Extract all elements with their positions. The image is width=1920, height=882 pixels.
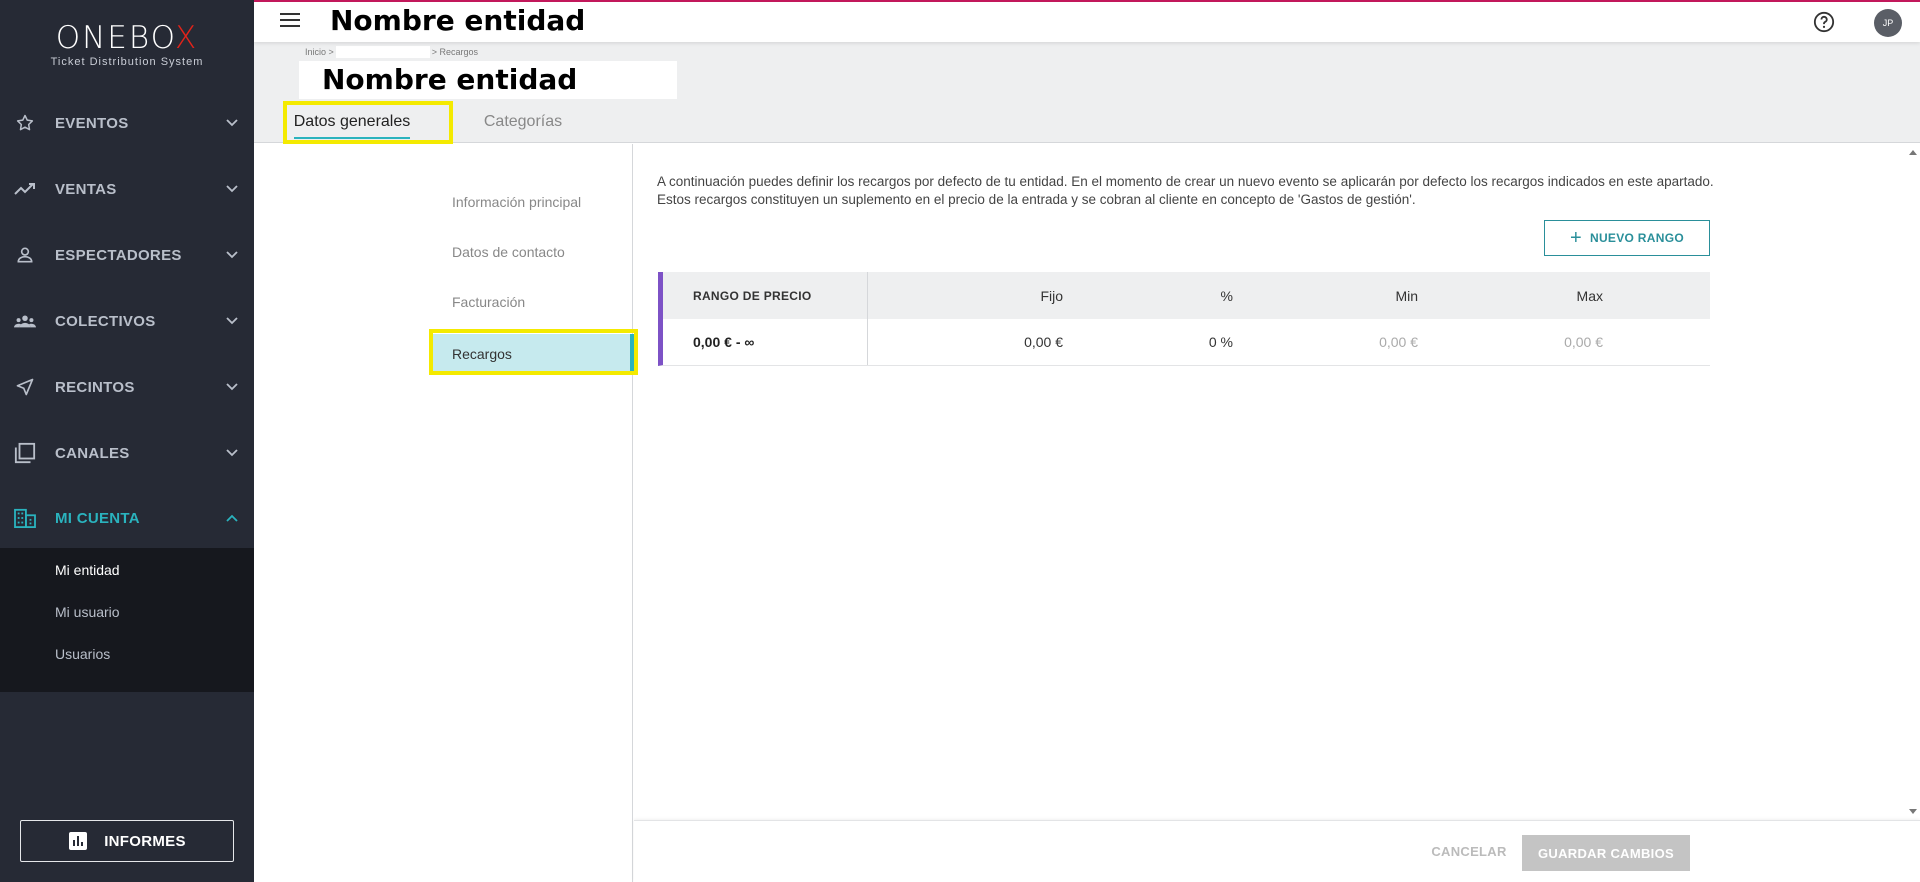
col-header-range: RANGO DE PRECIO	[693, 289, 812, 303]
groups-icon	[14, 310, 36, 332]
tab-label: Datos generales	[294, 113, 411, 131]
col-header-min: Min	[1233, 288, 1418, 304]
menu-icon[interactable]	[280, 13, 300, 29]
scroll-up-icon[interactable]	[1909, 150, 1917, 155]
topbar-title: Nombre entidad	[330, 4, 585, 37]
chevron-down-icon	[225, 446, 239, 460]
submenu-item-mi-entidad[interactable]: Mi entidad	[55, 562, 120, 578]
sidebar-item-label: EVENTOS	[55, 115, 129, 132]
logo-text-x: X	[175, 20, 198, 56]
navigation-icon	[14, 376, 36, 398]
save-changes-button[interactable]: GUARDAR CAMBIOS	[1522, 835, 1690, 871]
plus-icon: +	[1570, 228, 1582, 248]
secnav-item-facturacion[interactable]: Facturación	[452, 294, 525, 310]
recargos-table: RANGO DE PRECIO Fijo % Min Max 0,00 € - …	[658, 272, 1710, 366]
cell-pct[interactable]: 0 %	[1063, 334, 1233, 350]
breadcrumb-end: > Recargos	[432, 47, 478, 57]
cancel-button[interactable]: CANCELAR	[1414, 833, 1524, 869]
sidebar-submenu: Mi entidad Mi usuario Usuarios	[0, 548, 254, 692]
secnav-item-informacion-principal[interactable]: Información principal	[452, 194, 581, 210]
sidebar-item-label: RECINTOS	[55, 379, 135, 396]
building-icon	[14, 507, 36, 529]
col-header-max: Max	[1418, 288, 1603, 304]
sidebar-item-colectivos[interactable]: COLECTIVOS	[0, 294, 254, 348]
sidebar-item-espectadores[interactable]: ESPECTADORES	[0, 228, 254, 282]
sidebar-item-canales[interactable]: CANALES	[0, 426, 254, 480]
chevron-down-icon	[225, 380, 239, 394]
scrollbar[interactable]	[1906, 144, 1920, 820]
breadcrumb-start[interactable]: Inicio >	[305, 47, 334, 57]
cell-fijo[interactable]: 0,00 €	[833, 334, 1063, 350]
tab-active-indicator	[294, 137, 410, 139]
logo: ONEBOX Ticket Distribution System	[0, 20, 254, 68]
sidebar-item-mi-cuenta[interactable]: MI CUENTA	[0, 491, 254, 545]
sidebar-item-label: VENTAS	[55, 181, 117, 198]
nuevo-rango-button[interactable]: + NUEVO RANGO	[1544, 220, 1710, 256]
chevron-down-icon	[225, 182, 239, 196]
sidebar-item-label: ESPECTADORES	[55, 247, 182, 264]
trending-up-icon	[14, 178, 36, 200]
sidebar-item-label: COLECTIVOS	[55, 313, 156, 330]
title-box: Nombre entidad	[299, 61, 677, 99]
secnav-item-label: Recargos	[452, 346, 512, 362]
chevron-up-icon	[225, 511, 239, 525]
submenu-item-mi-usuario[interactable]: Mi usuario	[55, 604, 120, 620]
sidebar-item-ventas[interactable]: VENTAS	[0, 162, 254, 216]
sidebar-item-label: CANALES	[55, 445, 130, 462]
sidebar-item-recintos[interactable]: RECINTOS	[0, 360, 254, 414]
library-icon	[14, 442, 36, 464]
chevron-down-icon	[225, 248, 239, 262]
breadcrumb: Inicio > > Recargos	[305, 46, 478, 58]
tab-datos-generales[interactable]: Datos generales	[284, 102, 420, 142]
nuevo-rango-label: NUEVO RANGO	[1590, 231, 1684, 245]
avatar[interactable]: JP	[1874, 9, 1902, 37]
tab-categorias[interactable]: Categorías	[468, 102, 578, 142]
main-panel: A continuación puedes definir los recarg…	[634, 144, 1920, 820]
breadcrumb-redacted	[336, 46, 430, 58]
tab-label: Categorías	[484, 113, 562, 131]
logo-text: ONEBO	[56, 20, 175, 56]
submenu-item-usuarios[interactable]: Usuarios	[55, 646, 110, 662]
informes-button[interactable]: INFORMES	[20, 820, 234, 862]
bar-chart-icon	[68, 831, 88, 851]
scroll-down-icon[interactable]	[1909, 809, 1917, 814]
chevron-down-icon	[225, 116, 239, 130]
person-icon	[14, 244, 36, 266]
col-header-pct: %	[1063, 288, 1233, 304]
logo-subtitle: Ticket Distribution System	[0, 56, 254, 68]
cell-range: 0,00 € - ∞	[693, 334, 754, 350]
top-bar: Nombre entidad JP	[254, 0, 1920, 42]
star-icon	[14, 112, 36, 134]
page-title: Nombre entidad	[322, 61, 577, 99]
informes-label: INFORMES	[104, 833, 186, 850]
col-header-fijo: Fijo	[833, 288, 1063, 304]
table-row[interactable]: 0,00 € - ∞ 0,00 € 0 % 0,00 € 0,00 €	[658, 319, 1710, 366]
secondary-nav: Información principal Datos de contacto …	[254, 144, 633, 882]
sidebar: ONEBOX Ticket Distribution System EVENTO…	[0, 0, 254, 882]
secnav-item-recargos[interactable]: Recargos	[432, 334, 636, 374]
footer-actions: CANCELAR GUARDAR CAMBIOS	[634, 820, 1920, 882]
help-icon[interactable]	[1813, 11, 1835, 33]
table-header-row: RANGO DE PRECIO Fijo % Min Max	[658, 272, 1710, 319]
page-header: Inicio > > Recargos Nombre entidad Datos…	[254, 42, 1920, 143]
sidebar-item-eventos[interactable]: EVENTOS	[0, 96, 254, 150]
sidebar-item-label: MI CUENTA	[55, 510, 140, 527]
cell-max[interactable]: 0,00 €	[1418, 334, 1603, 350]
secnav-item-datos-contacto[interactable]: Datos de contacto	[452, 244, 565, 260]
cell-min[interactable]: 0,00 €	[1233, 334, 1418, 350]
recargos-description: A continuación puedes definir los recarg…	[657, 173, 1737, 209]
chevron-down-icon	[225, 314, 239, 328]
